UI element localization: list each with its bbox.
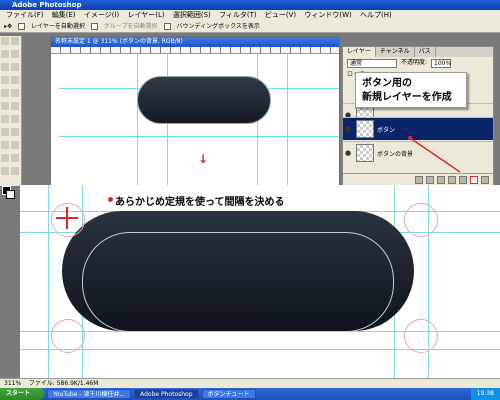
clock: 19:38 [470, 388, 500, 400]
task-tutorial[interactable]: ボタンチュート [201, 389, 256, 399]
task-youtube[interactable]: YouTube - 津千川横任井... [47, 389, 132, 399]
zoom-level[interactable]: 311% [4, 380, 21, 387]
status-bar: 311% ファイル: 586.9K/1.46M [0, 378, 500, 388]
button-inner-outline [82, 232, 394, 332]
bullet-icon [108, 197, 113, 202]
zoomed-canvas: あらかじめ定規を使って間隔を決める [20, 185, 500, 378]
guides-note: あらかじめ定規を使って間隔を決める [115, 197, 285, 208]
taskbar: スタート YouTube - 津千川横任井... Adobe Photoshop… [0, 388, 500, 400]
corner-circle [51, 319, 85, 353]
corner-circle [404, 319, 438, 353]
start-button[interactable]: スタート [0, 388, 44, 400]
crosshair-icon [56, 207, 78, 229]
task-photoshop[interactable]: Adobe Photoshop [134, 389, 199, 399]
corner-circle [404, 203, 438, 237]
file-size: ファイル: 586.9K/1.46M [28, 380, 99, 387]
